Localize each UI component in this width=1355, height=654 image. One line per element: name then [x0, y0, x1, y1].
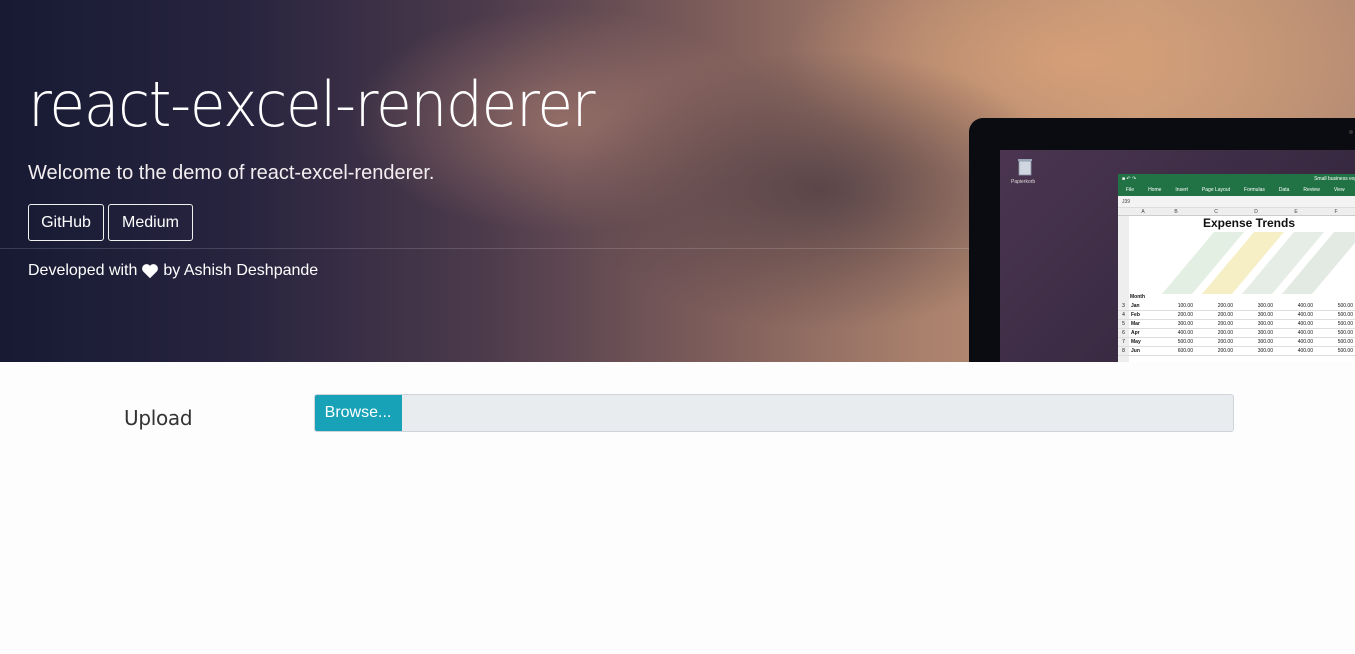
value-cell: 500.00 — [1337, 303, 1353, 309]
ribbon-tab: Page Layout — [1201, 187, 1231, 193]
value-cell: 200.00 — [1217, 321, 1233, 327]
value-cell: 100.00 — [1177, 303, 1193, 309]
hero-subtitle: Welcome to the demo of react-excel-rende… — [28, 162, 435, 184]
value-cell: 300.00 — [1257, 303, 1273, 309]
value-cell: 500.00 — [1337, 321, 1353, 327]
value-cell: 300.00 — [1257, 348, 1273, 354]
excel-row: 3 Jan 100.00 200.00 300.00 400.00 500.00 — [1118, 302, 1355, 311]
heart-icon — [142, 264, 159, 279]
value-cell: 200.00 — [1217, 303, 1233, 309]
column-header: E — [1294, 209, 1298, 215]
excel-row: 8 Jun 600.00 200.00 300.00 400.00 500.00 — [1118, 347, 1355, 356]
value-cell: 300.00 — [1177, 321, 1193, 327]
excel-row: 5 Mar 300.00 200.00 300.00 400.00 500.00 — [1118, 320, 1355, 329]
ribbon-tab: Review — [1303, 187, 1320, 193]
medium-button[interactable]: Medium — [108, 204, 193, 241]
camera-dot — [1349, 130, 1353, 134]
value-cell: 200.00 — [1217, 339, 1233, 345]
value-cell: 200.00 — [1217, 348, 1233, 354]
excel-window: ■ ↶ ↷ Small business expense File Home I… — [1118, 174, 1355, 362]
page-title: react-excel-renderer — [28, 68, 596, 141]
value-cell: 400.00 — [1297, 339, 1313, 345]
excel-window-title: Small business expense — [1314, 176, 1355, 182]
value-cell: 500.00 — [1337, 312, 1353, 318]
value-cell: 400.00 — [1297, 303, 1313, 309]
value-cell: 400.00 — [1297, 321, 1313, 327]
ribbon-tab: Data — [1278, 187, 1290, 193]
recycle-bin-icon — [1018, 159, 1032, 176]
excel-row: 6 Apr 400.00 200.00 300.00 400.00 500.00 — [1118, 329, 1355, 338]
ribbon-tab: Formulas — [1244, 187, 1265, 193]
value-cell: 200.00 — [1177, 312, 1193, 318]
value-cell: 500.00 — [1337, 339, 1353, 345]
excel-name-box: J39 — [1118, 196, 1355, 208]
excel-title-bar: ■ ↶ ↷ Small business expense — [1118, 174, 1355, 184]
month-cell: May — [1131, 339, 1141, 345]
credit-prefix: Developed with — [28, 262, 138, 279]
excel-month-header: Month — [1130, 294, 1145, 300]
value-cell: 400.00 — [1297, 312, 1313, 318]
github-button[interactable]: GitHub — [28, 204, 104, 241]
credit-author: by Ashish Deshpande — [163, 262, 319, 279]
row-number: 4 — [1118, 311, 1129, 319]
excel-sheet-heading: Expense Trends — [1202, 216, 1296, 230]
column-header: A — [1141, 209, 1145, 215]
value-cell: 400.00 — [1177, 330, 1193, 336]
excel-row: 7 May 500.00 200.00 300.00 400.00 500.00 — [1118, 338, 1355, 347]
row-number: 5 — [1118, 320, 1129, 328]
value-cell: 500.00 — [1337, 348, 1353, 354]
laptop-mockup-image: Papierkorb ■ ↶ ↷ Small business expense … — [969, 118, 1355, 362]
value-cell: 200.00 — [1217, 312, 1233, 318]
value-cell: 500.00 — [1337, 330, 1353, 336]
row-number: 7 — [1118, 338, 1129, 346]
excel-row: 4 Feb 200.00 200.00 300.00 400.00 500.00 — [1118, 311, 1355, 320]
excel-save-icon: ■ ↶ ↷ — [1122, 176, 1137, 182]
column-header: B — [1174, 209, 1178, 215]
ribbon-tab: Insert — [1175, 187, 1188, 193]
ribbon-tab: View — [1333, 187, 1345, 193]
month-cell: Mar — [1131, 321, 1140, 327]
excel-data-rows: 3 Jan 100.00 200.00 300.00 400.00 500.00 4 Feb 20… — [1118, 302, 1355, 356]
upload-label: Upload — [124, 406, 193, 430]
row-number: 3 — [1118, 302, 1129, 310]
month-cell: Jan — [1131, 303, 1140, 309]
month-cell: Apr — [1131, 330, 1140, 336]
value-cell: 400.00 — [1297, 348, 1313, 354]
row-number: 6 — [1118, 329, 1129, 337]
row-number: 8 — [1118, 347, 1129, 355]
ribbon-tab: Home — [1148, 187, 1162, 193]
hero-divider — [0, 248, 970, 249]
month-cell: Feb — [1131, 312, 1140, 318]
file-upload-input[interactable]: Browse... — [314, 394, 1234, 432]
laptop-screen: Papierkorb ■ ↶ ↷ Small business expense … — [1000, 150, 1355, 362]
value-cell: 300.00 — [1257, 312, 1273, 318]
browse-button[interactable]: Browse... — [315, 395, 402, 431]
excel-ribbon: File Home Insert Page Layout Formulas Da… — [1118, 184, 1355, 196]
month-cell: Jun — [1131, 348, 1140, 354]
developer-credit: Developed with by Ashish Deshpande — [28, 262, 318, 280]
column-header: D — [1254, 209, 1258, 215]
value-cell: 300.00 — [1257, 330, 1273, 336]
ribbon-tab: File — [1126, 187, 1135, 193]
value-cell: 400.00 — [1297, 330, 1313, 336]
value-cell: 600.00 — [1177, 348, 1193, 354]
value-cell: 500.00 — [1177, 339, 1193, 345]
column-header: F — [1334, 209, 1338, 215]
hero-banner: react-excel-renderer Welcome to the demo… — [0, 0, 1355, 362]
excel-column-headers: A B C D E F — [1118, 208, 1355, 216]
value-cell: 200.00 — [1217, 330, 1233, 336]
value-cell: 300.00 — [1257, 321, 1273, 327]
recycle-bin-label: Papierkorb — [1011, 179, 1036, 185]
value-cell: 300.00 — [1257, 339, 1273, 345]
column-header: C — [1214, 209, 1218, 215]
